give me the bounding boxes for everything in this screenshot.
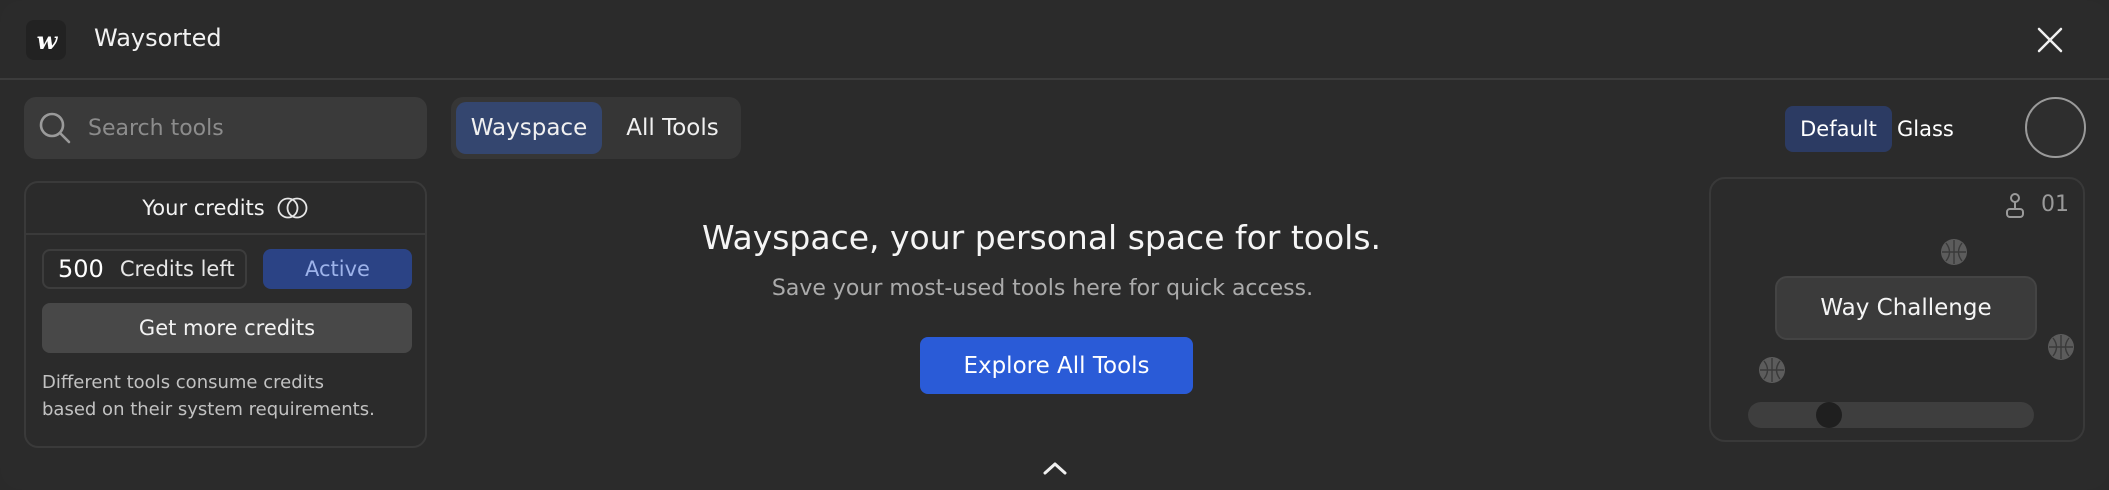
tab-all-tools[interactable]: All Tools — [610, 102, 735, 154]
tab-bar: Wayspace All Tools — [451, 97, 741, 159]
credits-note-line: based on their system requirements. — [42, 399, 375, 420]
basketball-icon — [1759, 357, 1785, 383]
game-paddle[interactable] — [1816, 402, 1842, 428]
search-icon — [38, 111, 72, 145]
level-number: 01 — [2041, 192, 2069, 217]
explore-all-tools-button[interactable]: Explore All Tools — [920, 337, 1193, 394]
theme-glass-button[interactable]: Glass — [1897, 106, 1967, 152]
title-bar: w Waysorted — [0, 0, 2109, 80]
tab-wayspace[interactable]: Wayspace — [456, 102, 602, 154]
basketball-icon — [2048, 334, 2074, 360]
app-window: w Waysorted Wayspace All Tools Your cred… — [0, 0, 2109, 490]
get-more-credits-button[interactable]: Get more credits — [42, 303, 412, 353]
credits-title: Your credits — [142, 196, 265, 220]
joystick-icon — [2006, 193, 2024, 218]
game-card: 01 Way Challenge — [1709, 177, 2085, 442]
credits-note-line: Different tools consume credits — [42, 372, 325, 393]
search-box[interactable] — [24, 97, 427, 159]
logo-text: w — [36, 25, 58, 55]
close-icon[interactable] — [2030, 20, 2070, 60]
game-track[interactable] — [1748, 402, 2034, 428]
app-title: Waysorted — [94, 24, 222, 52]
way-challenge-button[interactable]: Way Challenge — [1775, 276, 2037, 340]
logo-icon: w — [26, 20, 66, 60]
avatar[interactable] — [2025, 97, 2086, 158]
chevron-up-icon[interactable] — [1040, 458, 1070, 478]
basketball-icon — [1941, 239, 1967, 265]
credits-note: Different tools consume credits based on… — [42, 369, 412, 423]
search-input[interactable] — [88, 109, 408, 147]
theme-default-button[interactable]: Default — [1785, 106, 1892, 152]
